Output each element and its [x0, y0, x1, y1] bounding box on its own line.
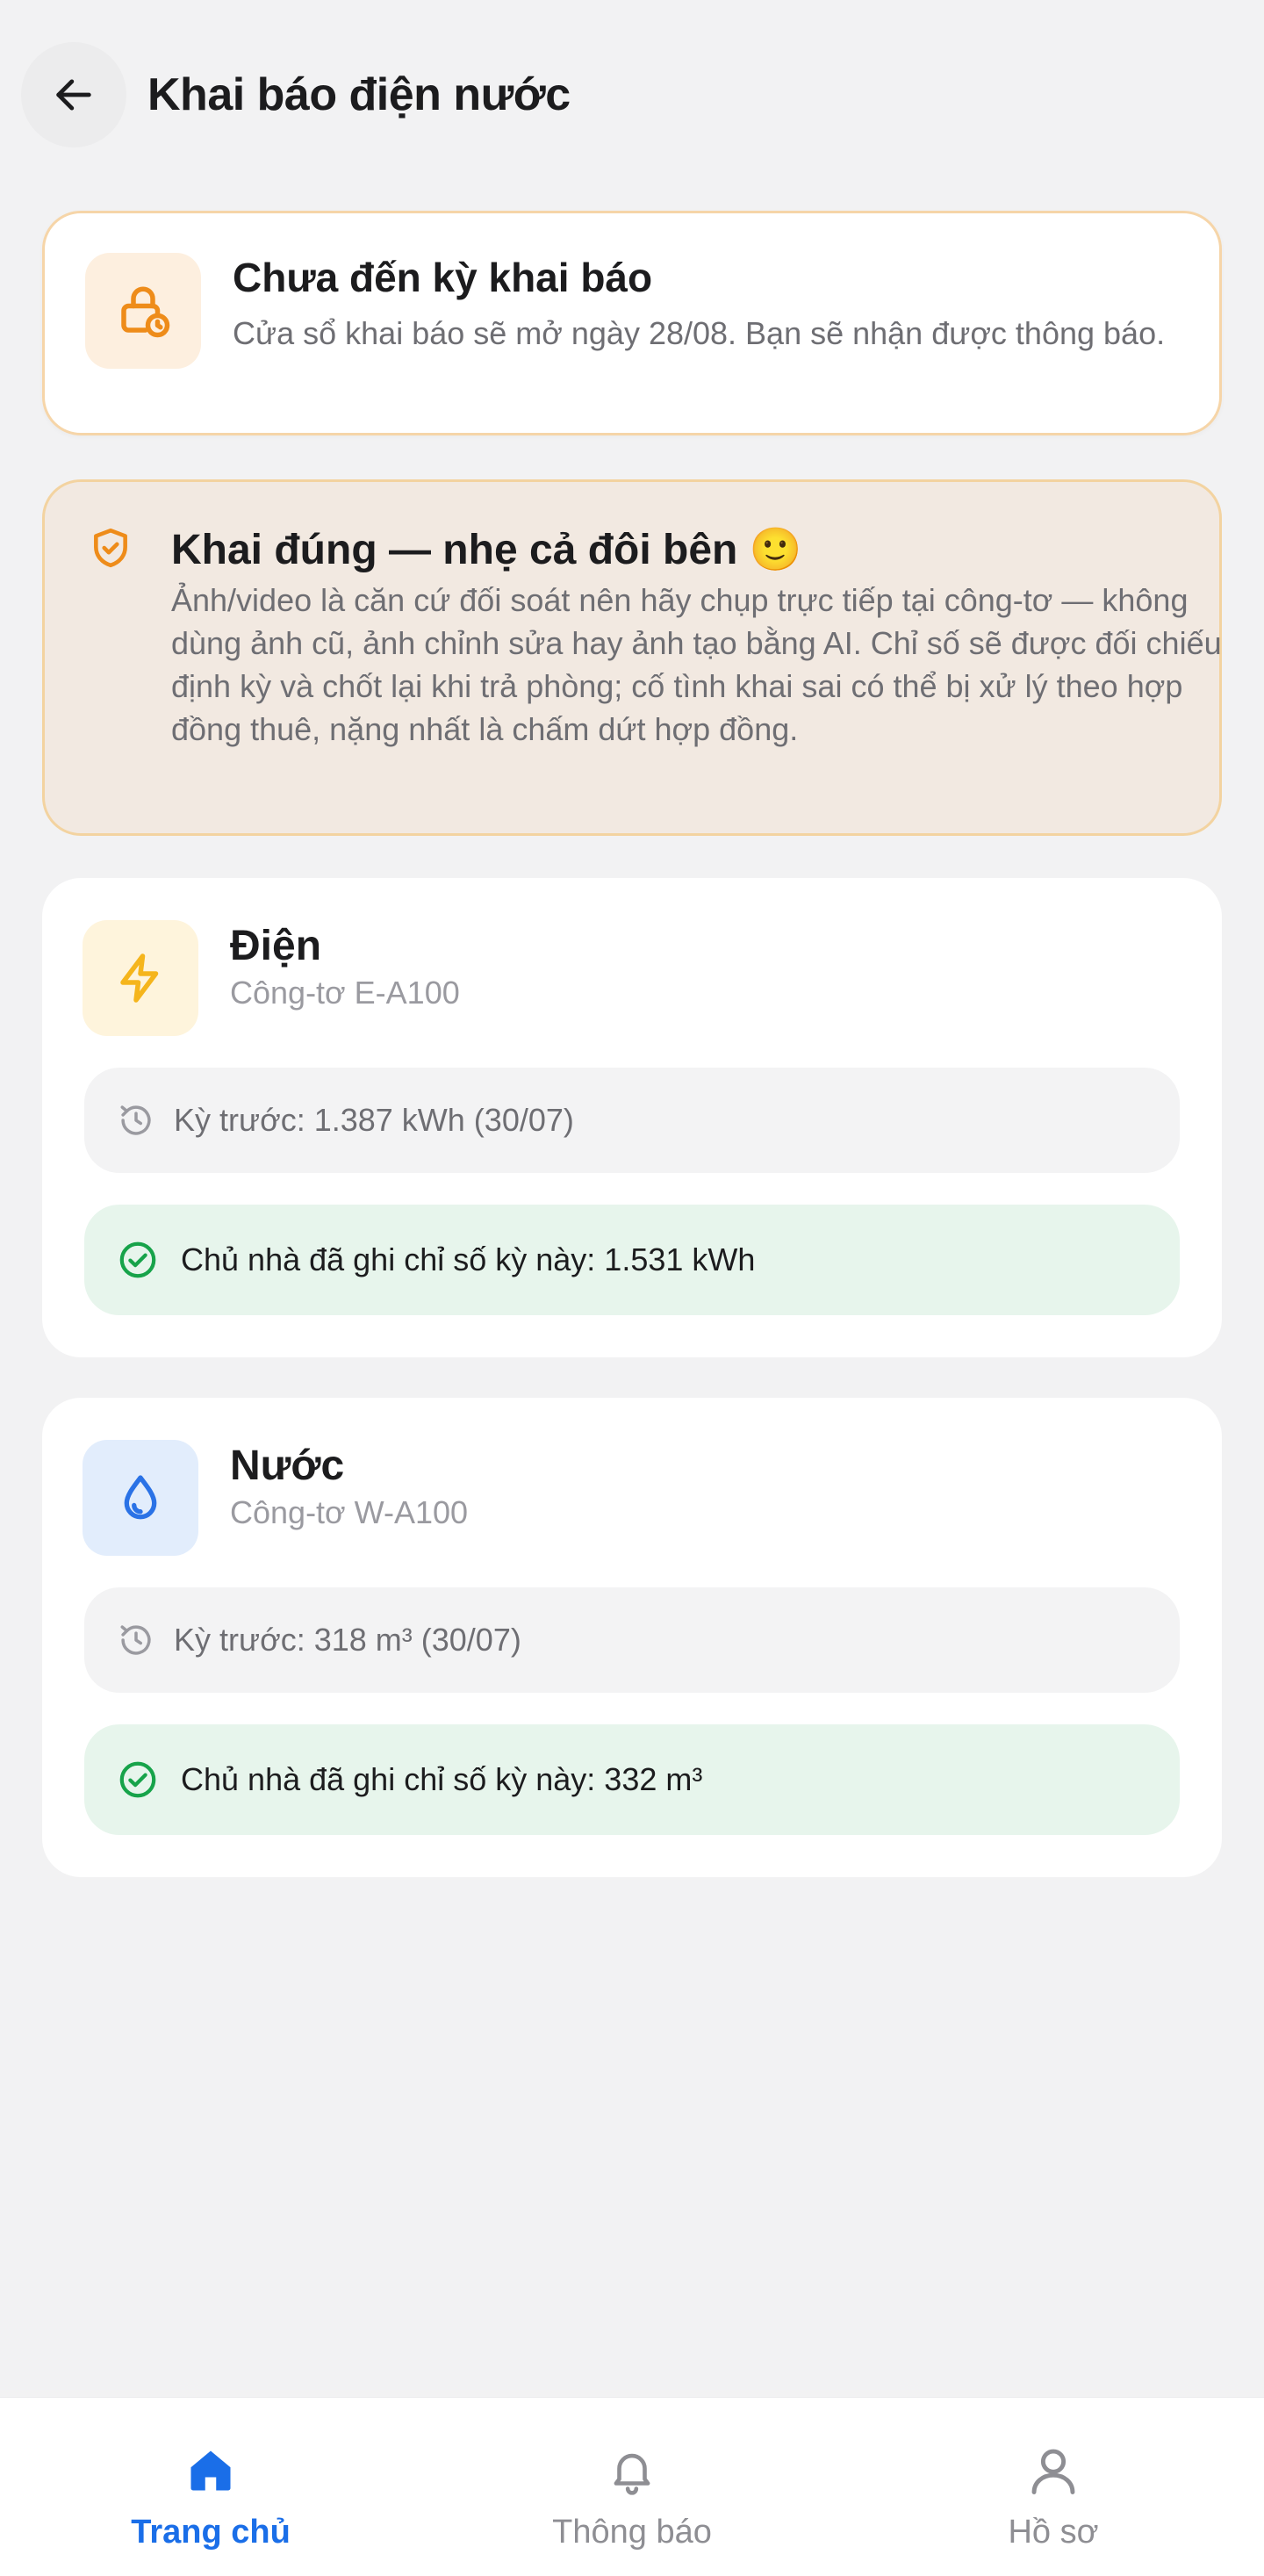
electric-meter-card: Điện Công-tơ E-A100 Kỳ trước: 1.387 kWh … [42, 878, 1222, 1357]
water-icon-box [83, 1440, 198, 1556]
nav-home[interactable]: Trang chủ [0, 2398, 421, 2576]
previous-reading: Kỳ trước: 318 m³ (30/07) [84, 1587, 1180, 1693]
current-reading: Chủ nhà đã ghi chỉ số kỳ này: 332 m³ [84, 1724, 1180, 1835]
current-reading-text: Chủ nhà đã ghi chỉ số kỳ này: 1.531 kWh [181, 1241, 756, 1277]
water-meter-card: Nước Công-tơ W-A100 Kỳ trước: 318 m³ (30… [42, 1398, 1222, 1877]
notice-description: Cửa sổ khai báo sẽ mở ngày 28/08. Bạn sẽ… [233, 315, 1166, 351]
shield-check-icon [94, 528, 127, 568]
app-header: Khai báo điện nước [0, 0, 1264, 193]
previous-reading-text: Kỳ trước: 318 m³ (30/07) [174, 1622, 521, 1658]
notice-icon-box [85, 253, 201, 369]
home-icon [190, 2450, 231, 2491]
honesty-warning-card: Khai đúng — nhẹ cả đôi bên 🙂 Ảnh/video l… [42, 479, 1222, 836]
warning-description: Ảnh/video là căn cứ đối soát nên hãy chụ… [171, 582, 1222, 747]
meter-id: Công-tơ W-A100 [230, 1494, 469, 1530]
bell-icon [614, 2453, 650, 2495]
previous-reading: Kỳ trước: 1.387 kWh (30/07) [84, 1068, 1180, 1173]
lightning-icon [120, 953, 159, 1003]
meter-title: Nước [230, 1443, 345, 1489]
current-reading-text: Chủ nhà đã ghi chỉ số kỳ này: 332 m³ [181, 1761, 703, 1797]
previous-reading-text: Kỳ trước: 1.387 kWh (30/07) [174, 1102, 574, 1138]
warning-title: Khai đúng — nhẹ cả đôi bên 🙂 [171, 527, 802, 573]
nav-home-label: Trang chủ [131, 2514, 291, 2551]
water-drop-icon [124, 1475, 157, 1520]
current-reading: Chủ nhà đã ghi chỉ số kỳ này: 1.531 kWh [84, 1205, 1180, 1315]
meter-title: Điện [230, 923, 322, 969]
page-title: Khai báo điện nước [147, 69, 571, 120]
nav-notifications-label: Thông báo [552, 2514, 712, 2551]
lock-clock-icon [121, 286, 170, 338]
nav-profile-label: Hồ sơ [1008, 2514, 1099, 2551]
user-icon [1031, 2449, 1075, 2494]
notice-title: Chưa đến kỳ khai báo [233, 255, 653, 300]
declaration-closed-notice: Chưa đến kỳ khai báo Cửa sổ khai báo sẽ … [42, 211, 1222, 435]
bottom-navigation: Trang chủ Thông báo Hồ sơ [0, 2397, 1264, 2576]
shield-icon-wrap [89, 526, 133, 574]
nav-profile[interactable]: Hồ sơ [843, 2398, 1264, 2576]
meter-id: Công-tơ E-A100 [230, 975, 460, 1011]
arrow-left-icon [56, 79, 91, 111]
history-icon [120, 1625, 151, 1655]
history-icon [120, 1105, 151, 1135]
check-circle-icon [119, 1761, 156, 1798]
electric-icon-box [83, 920, 198, 1036]
nav-notifications[interactable]: Thông báo [421, 2398, 843, 2576]
check-circle-icon [119, 1241, 156, 1278]
back-button[interactable] [21, 42, 126, 148]
